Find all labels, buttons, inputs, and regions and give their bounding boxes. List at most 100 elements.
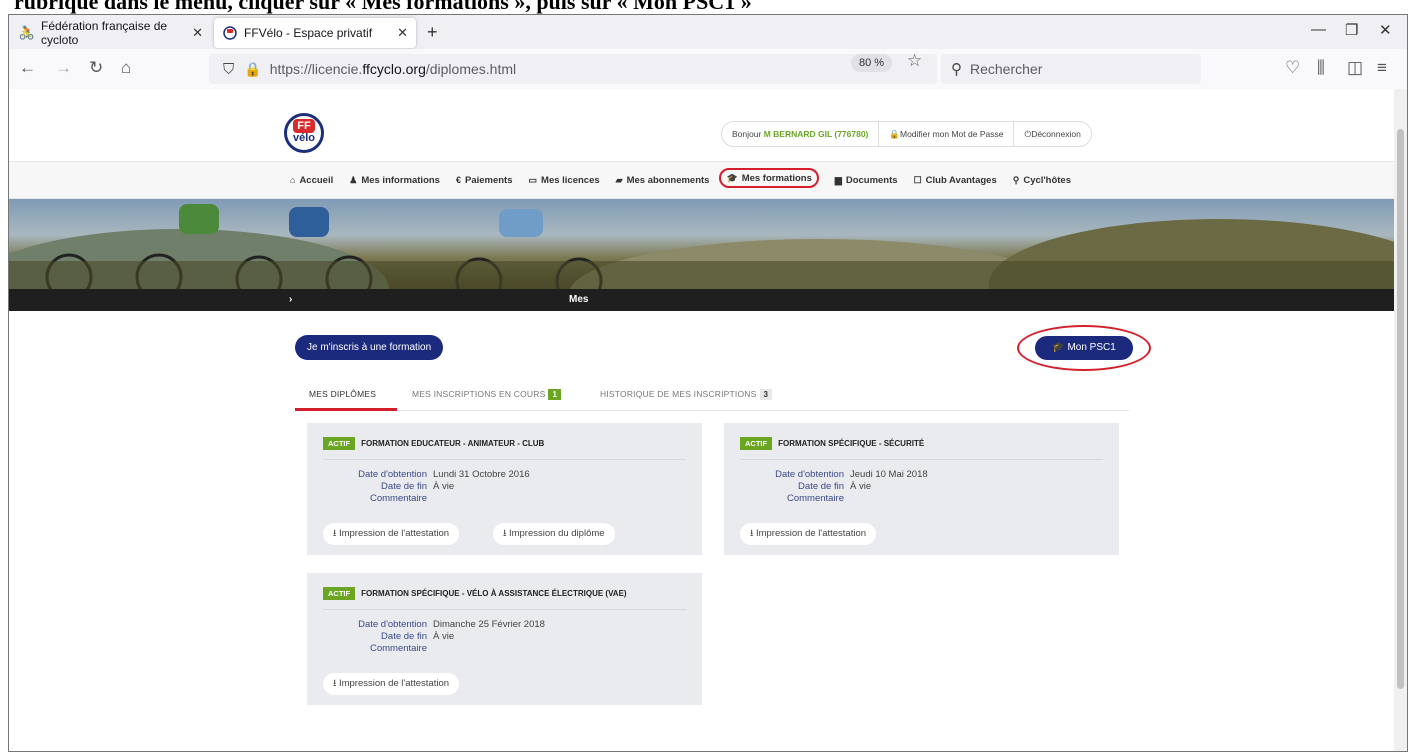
download-icon: ⭳: [503, 528, 507, 539]
user-bar: Bonjour M BERNARD GIL (776780) 🔒Modifier…: [721, 121, 1092, 147]
menu-item-documents[interactable]: ▆ Documents: [835, 172, 898, 188]
date-fin-label: Date de fin: [798, 481, 844, 492]
date-fin-label: Date de fin: [381, 631, 427, 642]
vertical-scrollbar[interactable]: [1394, 89, 1407, 751]
download-icon: ⭳: [333, 678, 337, 689]
inscription-button[interactable]: Je m'inscris à une formation: [295, 335, 444, 360]
new-tab-icon[interactable]: +: [427, 22, 438, 43]
menu-item-mes-formations[interactable]: 🎓 Mes formations: [719, 168, 819, 188]
download-icon: ⭳: [750, 528, 754, 539]
commentaire-label: Commentaire: [369, 643, 427, 654]
print-attestation-button[interactable]: ⭳ Impression de l'attestation: [323, 523, 460, 545]
print-attestation-button[interactable]: ⭳ Impression de l'attestation: [740, 523, 877, 545]
diploma-title: FORMATION SPÉCIFIQUE - SÉCURITÉ: [778, 439, 925, 448]
date-obtention-value: Lundi 31 Octobre 2016: [433, 469, 530, 480]
page-viewport: FF vélo Bonjour M BERNARD GIL (776780) 🔒…: [9, 89, 1394, 751]
tab-title: Fédération française de cycloto: [41, 19, 168, 47]
card-icon: ▭: [528, 174, 538, 185]
diploma-card: ACTIF FORMATION SPÉCIFIQUE - VÉLO À ASSIS…: [307, 573, 702, 705]
logo-top-text: FF: [297, 120, 311, 132]
tab-mes-diplomes[interactable]: MES DIPLÔMES: [309, 389, 376, 399]
date-fin-value: À vie: [850, 481, 872, 492]
book-icon: ▰: [615, 174, 623, 185]
menu-item-club-avantages[interactable]: ☐ Club Avantages: [914, 172, 997, 188]
browser-window: 🚴 Fédération française de cycloto ✕ FFVé…: [8, 14, 1408, 752]
psc1-button[interactable]: 🎓 Mon PSC1: [1035, 336, 1133, 360]
greeting: Bonjour M BERNARD GIL (776780): [722, 121, 880, 147]
restore-icon[interactable]: ❐: [1345, 21, 1358, 39]
logout-link[interactable]: ⏻Déconnexion: [1014, 121, 1090, 147]
change-password-link[interactable]: 🔒Modifier mon Mot de Passe: [879, 121, 1015, 147]
graduation-cap-icon: 🎓: [726, 172, 738, 183]
home-icon[interactable]: ⌂: [121, 58, 131, 78]
tab-ffvelo[interactable]: FFVélo - Espace privatif ✕: [214, 18, 416, 48]
date-obtention-label: Date d'obtention: [358, 619, 427, 630]
tab-bar: 🚴 Fédération française de cycloto ✕ FFVé…: [9, 15, 1407, 49]
diploma-tabs: MES DIPLÔMES MES INSCRIPTIONS EN COURS 1 …: [295, 379, 1129, 411]
diploma-title-row: ACTIF FORMATION SPÉCIFIQUE - SÉCURITÉ: [740, 437, 924, 450]
back-icon[interactable]: ←: [19, 58, 36, 78]
menu-item-mes-licences[interactable]: ▭ Mes licences: [529, 172, 600, 188]
library-icon[interactable]: ⫼: [1317, 58, 1325, 78]
tab-inscriptions-en-cours[interactable]: MES INSCRIPTIONS EN COURS 1: [412, 389, 562, 400]
scrollbar-thumb[interactable]: [1397, 129, 1404, 689]
date-obtention-value: Dimanche 25 Février 2018: [433, 619, 545, 630]
menu-item-accueil[interactable]: ⌂ Accueil: [290, 172, 333, 188]
diploma-title-row: ACTIF FORMATION SPÉCIFIQUE - VÉLO À ASSIS…: [323, 587, 627, 600]
date-obtention-label: Date d'obtention: [358, 469, 427, 480]
bookmark-star-icon[interactable]: ☆: [907, 51, 922, 71]
document-header-strip: rubrique dans le menu, cliquer sur « Mes…: [0, 0, 1416, 14]
tab-title: FFVélo - Espace privatif: [244, 26, 373, 40]
date-obtention-label: Date d'obtention: [775, 469, 844, 480]
date-obtention-value: Jeudi 10 Mai 2018: [850, 469, 928, 480]
address-bar[interactable]: ⛉ 🔒 https://licencie.ffcyclo.org/diplome…: [209, 54, 937, 84]
menu-item-cyclhotes[interactable]: ⚲ Cycl'hôtes: [1013, 172, 1071, 188]
shield-icon[interactable]: ⛉: [223, 61, 234, 78]
main-menu-bar: ⌂ Accueil ♟ Mes informations € Paiements ▭ M…: [9, 161, 1394, 199]
menu-icon[interactable]: ≡: [1377, 58, 1387, 78]
ffvelo-icon: [222, 25, 238, 41]
menu-item-paiements[interactable]: € Paiements: [456, 172, 513, 188]
menu-item-mes-abonnements[interactable]: ▰ Mes abonnements: [616, 172, 710, 188]
tab-count-badge: 1: [548, 389, 562, 400]
url-text: https://licencie.ffcyclo.org/diplomes.ht…: [269, 61, 517, 77]
tab-count-badge: 3: [759, 389, 773, 400]
print-diploma-button[interactable]: ⭳ Impression du diplôme: [493, 523, 615, 545]
bike-icon: 🚴: [18, 25, 36, 40]
user-name: M BERNARD GIL (776780): [763, 129, 869, 139]
diploma-card: ACTIF FORMATION EDUCATEUR - ANIMATEUR - C…: [307, 423, 702, 555]
zoom-level[interactable]: 80 %: [851, 54, 893, 72]
navigation-bar: ← → ↻ ⌂ ⛉ 🔒 https://licencie.ffcyclo.org…: [9, 49, 1407, 89]
lock-icon[interactable]: 🔒: [244, 61, 261, 78]
date-fin-value: À vie: [433, 481, 455, 492]
date-fin-value: À vie: [433, 631, 455, 642]
forward-icon[interactable]: →: [55, 58, 72, 78]
search-icon: ⚲: [951, 61, 962, 78]
pocket-icon[interactable]: ♡: [1285, 58, 1300, 78]
square-icon: ☐: [913, 174, 922, 185]
header-strip-text: rubrique dans le menu, cliquer sur « Mes…: [14, 0, 752, 14]
lock-icon: 🔒: [889, 129, 900, 139]
breadcrumb: › Mes formations: [9, 289, 1394, 327]
breadcrumb-current: Mes formations: [569, 294, 621, 327]
sidebar-icon[interactable]: ◫: [1347, 58, 1363, 78]
window-close-icon[interactable]: ✕: [1379, 21, 1392, 39]
tab-federation[interactable]: 🚴 Fédération française de cycloto ✕: [11, 18, 211, 48]
date-fin-label: Date de fin: [381, 481, 427, 492]
download-icon: ⭳: [333, 528, 337, 539]
minimize-icon[interactable]: —: [1311, 21, 1326, 38]
home-icon: ⌂: [290, 175, 296, 185]
reload-icon[interactable]: ↻: [89, 58, 103, 78]
user-icon: ♟: [349, 174, 358, 185]
ffvelo-logo[interactable]: FF vélo: [284, 113, 324, 153]
site-header: FF vélo Bonjour M BERNARD GIL (776780) 🔒…: [9, 111, 1394, 161]
close-icon[interactable]: ✕: [192, 25, 203, 41]
diploma-title: FORMATION EDUCATEUR - ANIMATEUR - CLUB: [361, 439, 545, 448]
print-attestation-button[interactable]: ⭳ Impression de l'attestation: [323, 673, 460, 695]
menu-item-mes-informations[interactable]: ♟ Mes informations: [349, 172, 440, 188]
tab-historique-inscriptions[interactable]: HISTORIQUE DE MES INSCRIPTIONS 3: [600, 389, 773, 400]
close-icon[interactable]: ✕: [397, 25, 408, 41]
search-input[interactable]: ⚲ Rechercher: [941, 54, 1201, 84]
euro-icon: €: [455, 175, 461, 185]
status-badge: ACTIF: [740, 437, 773, 450]
